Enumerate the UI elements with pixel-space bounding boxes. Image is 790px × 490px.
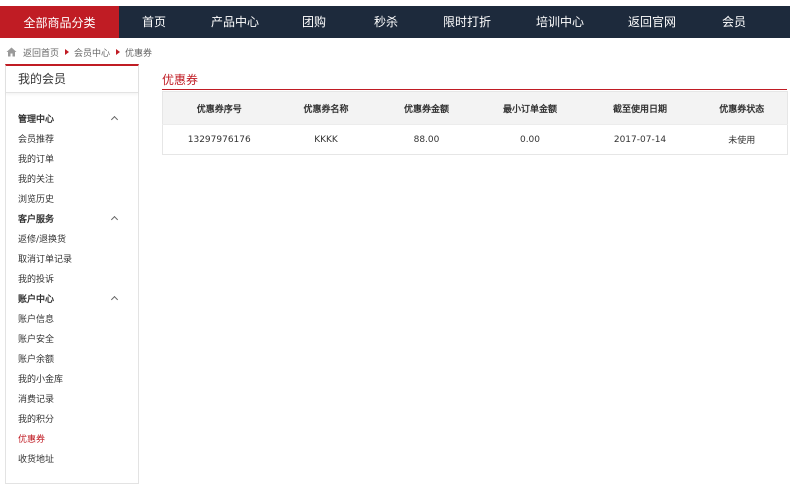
sidebar-title: 我的会员 (6, 66, 138, 93)
breadcrumb-arrow-icon (116, 49, 121, 55)
sidebar-item[interactable]: 取消订单记录 (6, 250, 138, 270)
sidebar-item-label: 我的订单 (18, 155, 55, 165)
breadcrumb-member-center-link[interactable]: 会员中心 (74, 46, 110, 59)
column-header: 优惠券序号 (162, 91, 276, 125)
coupon-table: 优惠券序号 优惠券名称 优惠券金额 最小订单金额 截至使用日期 优惠券状态 13… (162, 91, 788, 155)
top-nav: 全部商品分类 首页 产品中心 团购 秒杀 限时打折 培训中心 返回官网 会员 (0, 6, 790, 38)
column-header: 优惠券金额 (376, 91, 477, 125)
chevron-up-icon[interactable] (110, 115, 119, 124)
sidebar-item[interactable]: 我的投诉 (6, 270, 138, 290)
sidebar-item-label: 取消订单记录 (18, 255, 73, 265)
breadcrumb-current: 优惠券 (125, 48, 153, 59)
sidebar-item-label: 返修/退换货 (18, 235, 67, 245)
coupon-status: 未使用 (696, 124, 788, 155)
sidebar-group-header[interactable]: 账户中心 (6, 290, 138, 310)
coupon-name: KKKK (275, 124, 377, 155)
sidebar-item-label: 管理中心 (18, 115, 55, 125)
chevron-up-icon[interactable] (110, 295, 119, 304)
nav-item-training[interactable]: 培训中心 (536, 6, 584, 38)
member-sidebar: 我的会员 管理中心会员推荐我的订单我的关注浏览历史客户服务返修/退换货 取消订单记… (5, 64, 139, 484)
table-header-row: 优惠券序号 优惠券名称 优惠券金额 最小订单金额 截至使用日期 优惠券状态 (162, 91, 788, 125)
coupon-amount: 88.00 (376, 124, 477, 155)
page-title: 优惠券 (162, 73, 199, 87)
sidebar-item[interactable]: 账户余额 (6, 350, 138, 370)
sidebar-item-label: 账户信息 (18, 315, 55, 325)
nav-item-official-site[interactable]: 返回官网 (628, 6, 676, 38)
sidebar-item-label: 账户余额 (18, 355, 55, 365)
sidebar-item[interactable]: 返修/退换货 (6, 230, 138, 250)
column-header: 最小订单金额 (476, 91, 584, 125)
home-icon[interactable] (6, 47, 17, 57)
sidebar-item-label: 我的小金库 (18, 375, 64, 385)
sidebar-item[interactable]: 我的订单 (6, 150, 138, 170)
column-header: 优惠券状态 (696, 91, 788, 125)
sidebar-item-label: 优惠券 (18, 435, 46, 445)
breadcrumb-home-link[interactable]: 返回首页 (23, 46, 59, 59)
sidebar-item[interactable]: 优惠券 (6, 430, 138, 450)
nav-item-group-buy[interactable]: 团购 (302, 6, 326, 38)
sidebar-item[interactable]: 收货地址 (6, 450, 138, 470)
sidebar-item[interactable]: 账户安全 (6, 330, 138, 350)
sidebar-item-label: 会员推荐 (18, 135, 55, 145)
sidebar-item[interactable]: 我的积分 (6, 410, 138, 430)
sidebar-item[interactable]: 我的小金库 (6, 370, 138, 390)
sidebar-item[interactable]: 我的关注 (6, 170, 138, 190)
breadcrumb: 返回首页 会员中心 优惠券 (6, 45, 152, 59)
coupon-expiry-date: 2017-07-14 (583, 124, 697, 155)
sidebar-item-label: 消费记录 (18, 395, 55, 405)
column-header: 优惠券名称 (275, 91, 377, 125)
sidebar-item-label: 我的关注 (18, 175, 55, 185)
nav-item-flash-sale[interactable]: 秒杀 (374, 6, 398, 38)
sidebar-group-header[interactable]: 管理中心 (6, 110, 138, 130)
sidebar-item[interactable]: 浏览历史 (6, 190, 138, 210)
sidebar-item-label: 客户服务 (18, 215, 55, 225)
sidebar-item-label: 我的投诉 (18, 275, 55, 285)
sidebar-item-label: 账户安全 (18, 335, 55, 345)
table-row: 13297976176 KKKK 88.00 0.00 2017-07-14 未… (162, 124, 788, 155)
sidebar-item-label: 收货地址 (18, 455, 55, 465)
chevron-up-icon[interactable] (110, 215, 119, 224)
coupon-min-order: 0.00 (476, 124, 584, 155)
sidebar-item-label: 账户中心 (18, 295, 55, 305)
nav-item-member[interactable]: 会员 (722, 6, 746, 38)
title-divider (162, 89, 787, 90)
sidebar-item[interactable]: 账户信息 (6, 310, 138, 330)
sidebar-menu: 管理中心会员推荐我的订单我的关注浏览历史客户服务返修/退换货 取消订单记录 我的投诉… (6, 110, 138, 470)
nav-item-products[interactable]: 产品中心 (211, 6, 259, 38)
column-header: 截至使用日期 (583, 91, 697, 125)
sidebar-item-label: 浏览历史 (18, 195, 55, 205)
breadcrumb-arrow-icon (65, 49, 70, 55)
nav-item-home[interactable]: 首页 (142, 6, 166, 38)
sidebar-item-label: 我的积分 (18, 415, 55, 425)
sidebar-item[interactable]: 消费记录 (6, 390, 138, 410)
nav-item-limited-discount[interactable]: 限时打折 (443, 6, 491, 38)
all-categories-button[interactable]: 全部商品分类 (0, 6, 119, 38)
sidebar-item[interactable]: 会员推荐 (6, 130, 138, 150)
sidebar-group-header[interactable]: 客户服务 (6, 210, 138, 230)
coupon-serial: 13297976176 (162, 124, 276, 155)
